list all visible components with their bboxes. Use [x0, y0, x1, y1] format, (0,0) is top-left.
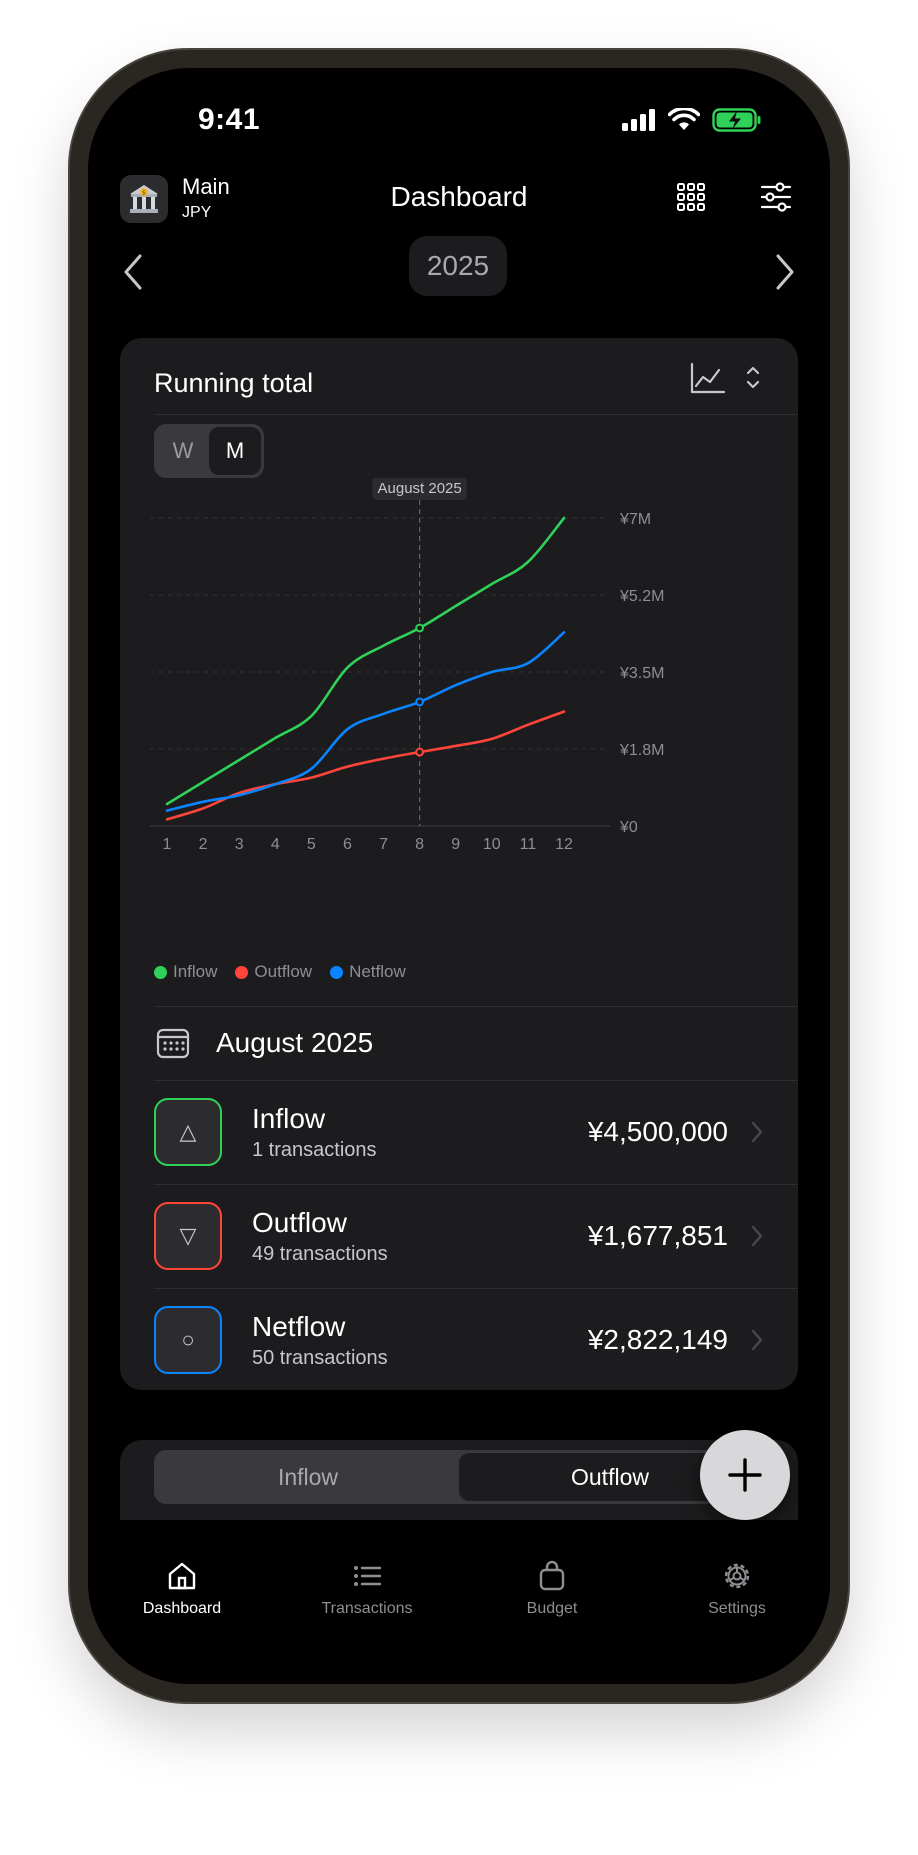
netflow-circle-icon: ○	[154, 1306, 222, 1374]
x-tick-label: 1	[163, 836, 172, 853]
x-tick-label: 9	[451, 836, 460, 853]
flow-row-inflow[interactable]: △ Inflow 1 transactions ¥4,500,000	[154, 1080, 798, 1184]
chart-legend: Inflow Outflow Netflow	[154, 962, 406, 982]
granularity-month[interactable]: M	[209, 427, 261, 475]
gear-icon	[724, 1563, 750, 1589]
legend-dot-inflow	[154, 965, 167, 979]
flow-amount: ¥2,822,149	[587, 1324, 728, 1355]
x-tick-label: 8	[415, 836, 424, 853]
divider	[154, 414, 798, 415]
granularity-week[interactable]: W	[157, 427, 209, 475]
tab-transactions[interactable]: Transactions	[297, 1560, 437, 1618]
card-title: Running total	[154, 368, 314, 398]
series-line-outflow	[165, 710, 566, 821]
battery-charging-icon	[712, 108, 761, 132]
legend-item-outflow: Outflow	[235, 962, 312, 982]
y-tick-label: ¥5.2M	[619, 588, 664, 605]
tab-dashboard[interactable]: Dashboard	[112, 1560, 252, 1618]
x-tick-label: 4	[271, 836, 280, 853]
list-icon	[354, 1566, 382, 1586]
segment-inflow[interactable]: Inflow	[157, 1453, 459, 1501]
flow-text: Netflow 50 transactions	[252, 1311, 588, 1370]
chevron-right-icon	[751, 1121, 763, 1143]
flow-count: 49 transactions	[252, 1242, 388, 1265]
selected-point-netflow	[415, 697, 425, 707]
flow-row-netflow[interactable]: ○ Netflow 50 transactions ¥2,822,149	[154, 1288, 798, 1392]
y-tick-label: ¥3.5M	[619, 665, 664, 682]
sliders-icon[interactable]	[760, 182, 792, 212]
x-tick-label: 3	[235, 836, 244, 853]
running-total-chart[interactable]: ¥0¥1.8M¥3.5M¥5.2M¥7M1 2 3 4 5 6 7 8 9 10 11 12Augus…	[120, 478, 798, 958]
selected-period-label: August 2025	[216, 1027, 374, 1058]
tab-label: Settings	[708, 1600, 766, 1617]
chevron-right-icon	[751, 1225, 763, 1247]
legend-item-netflow: Netflow	[330, 962, 406, 982]
flow-text: Inflow 1 transactions	[252, 1103, 588, 1162]
flow-name: Netflow	[252, 1310, 346, 1342]
legend-dot-netflow	[330, 965, 344, 979]
app-screen: 9:41 $ Main JPY Dashboard 2025 Running t…	[88, 68, 830, 1684]
year-selector[interactable]: 2025	[409, 236, 507, 296]
granularity-segmented-control: W M	[154, 424, 264, 478]
flow-name: Outflow	[252, 1206, 347, 1238]
page-title: Dashboard	[390, 181, 528, 212]
x-tick-label: 2	[199, 836, 208, 853]
selected-point-inflow	[415, 623, 425, 633]
legend-dot-outflow	[235, 965, 249, 979]
wifi-icon	[668, 108, 700, 130]
y-tick-label: ¥0	[619, 819, 638, 836]
legend-label-inflow: Inflow	[173, 962, 218, 981]
x-tick-label: 6	[343, 836, 352, 853]
add-transaction-button[interactable]	[700, 1430, 790, 1520]
bag-icon	[539, 1560, 565, 1591]
previous-year-button[interactable]	[118, 250, 148, 294]
y-tick-label: ¥1.8M	[619, 742, 664, 759]
selected-point-outflow	[415, 747, 425, 757]
flow-count: 50 transactions	[252, 1346, 388, 1369]
flow-count: 1 transactions	[252, 1138, 377, 1161]
breakdown-card: Inflow Outflow	[120, 1440, 798, 1520]
plus-icon	[728, 1458, 762, 1492]
flow-amount: ¥1,677,851	[587, 1220, 728, 1251]
series-line-netflow	[165, 631, 566, 812]
status-time: 9:41	[198, 103, 261, 136]
line-chart-icon	[690, 362, 726, 394]
running-total-card: Running total W M ¥0 ¥1.8M ¥3.5M ¥5.2M ¥7M 1 2…	[120, 338, 798, 1390]
tab-label: Budget	[526, 1600, 578, 1617]
house-icon	[168, 1562, 196, 1590]
legend-label-outflow: Outflow	[254, 962, 313, 981]
next-year-button[interactable]	[770, 250, 800, 294]
x-tick-label: 11	[520, 836, 537, 853]
x-tick-label: 10	[483, 836, 501, 853]
flow-row-outflow[interactable]: ▽ Outflow 49 transactions ¥1,677,851	[154, 1184, 798, 1288]
calendar-icon	[156, 1028, 190, 1059]
tab-label: Dashboard	[142, 1600, 222, 1617]
chevron-right-icon	[751, 1329, 763, 1351]
flow-amount: ¥4,500,000	[587, 1116, 728, 1147]
x-tick-label: 12	[555, 836, 573, 853]
y-tick-label: ¥7M	[619, 511, 651, 528]
flow-type-segmented-control: Inflow Outflow	[154, 1450, 764, 1504]
flow-text: Outflow 49 transactions	[252, 1207, 588, 1266]
tab-budget[interactable]: Budget	[482, 1560, 622, 1618]
chevron-updown-icon	[746, 366, 760, 389]
x-tick-label: 7	[379, 836, 388, 853]
x-tick-label: 5	[307, 836, 316, 853]
chart-type-picker[interactable]	[690, 358, 770, 398]
tab-bar: Dashboard Transactions Budget Settings	[88, 1544, 830, 1684]
selected-period-row: August 2025	[154, 1006, 798, 1080]
legend-item-inflow: Inflow	[154, 962, 217, 982]
legend-label-netflow: Netflow	[349, 962, 406, 981]
tab-label: Transactions	[321, 1600, 413, 1617]
tab-settings[interactable]: Settings	[667, 1560, 807, 1618]
grid-icon[interactable]	[676, 182, 706, 212]
cellular-signal-icon	[622, 109, 655, 131]
selection-tooltip-label: August 2025	[378, 480, 462, 497]
flow-name: Inflow	[252, 1102, 326, 1134]
status-icons	[622, 108, 762, 132]
outflow-triangle-icon: ▽	[154, 1202, 222, 1270]
inflow-triangle-icon: △	[154, 1098, 222, 1166]
